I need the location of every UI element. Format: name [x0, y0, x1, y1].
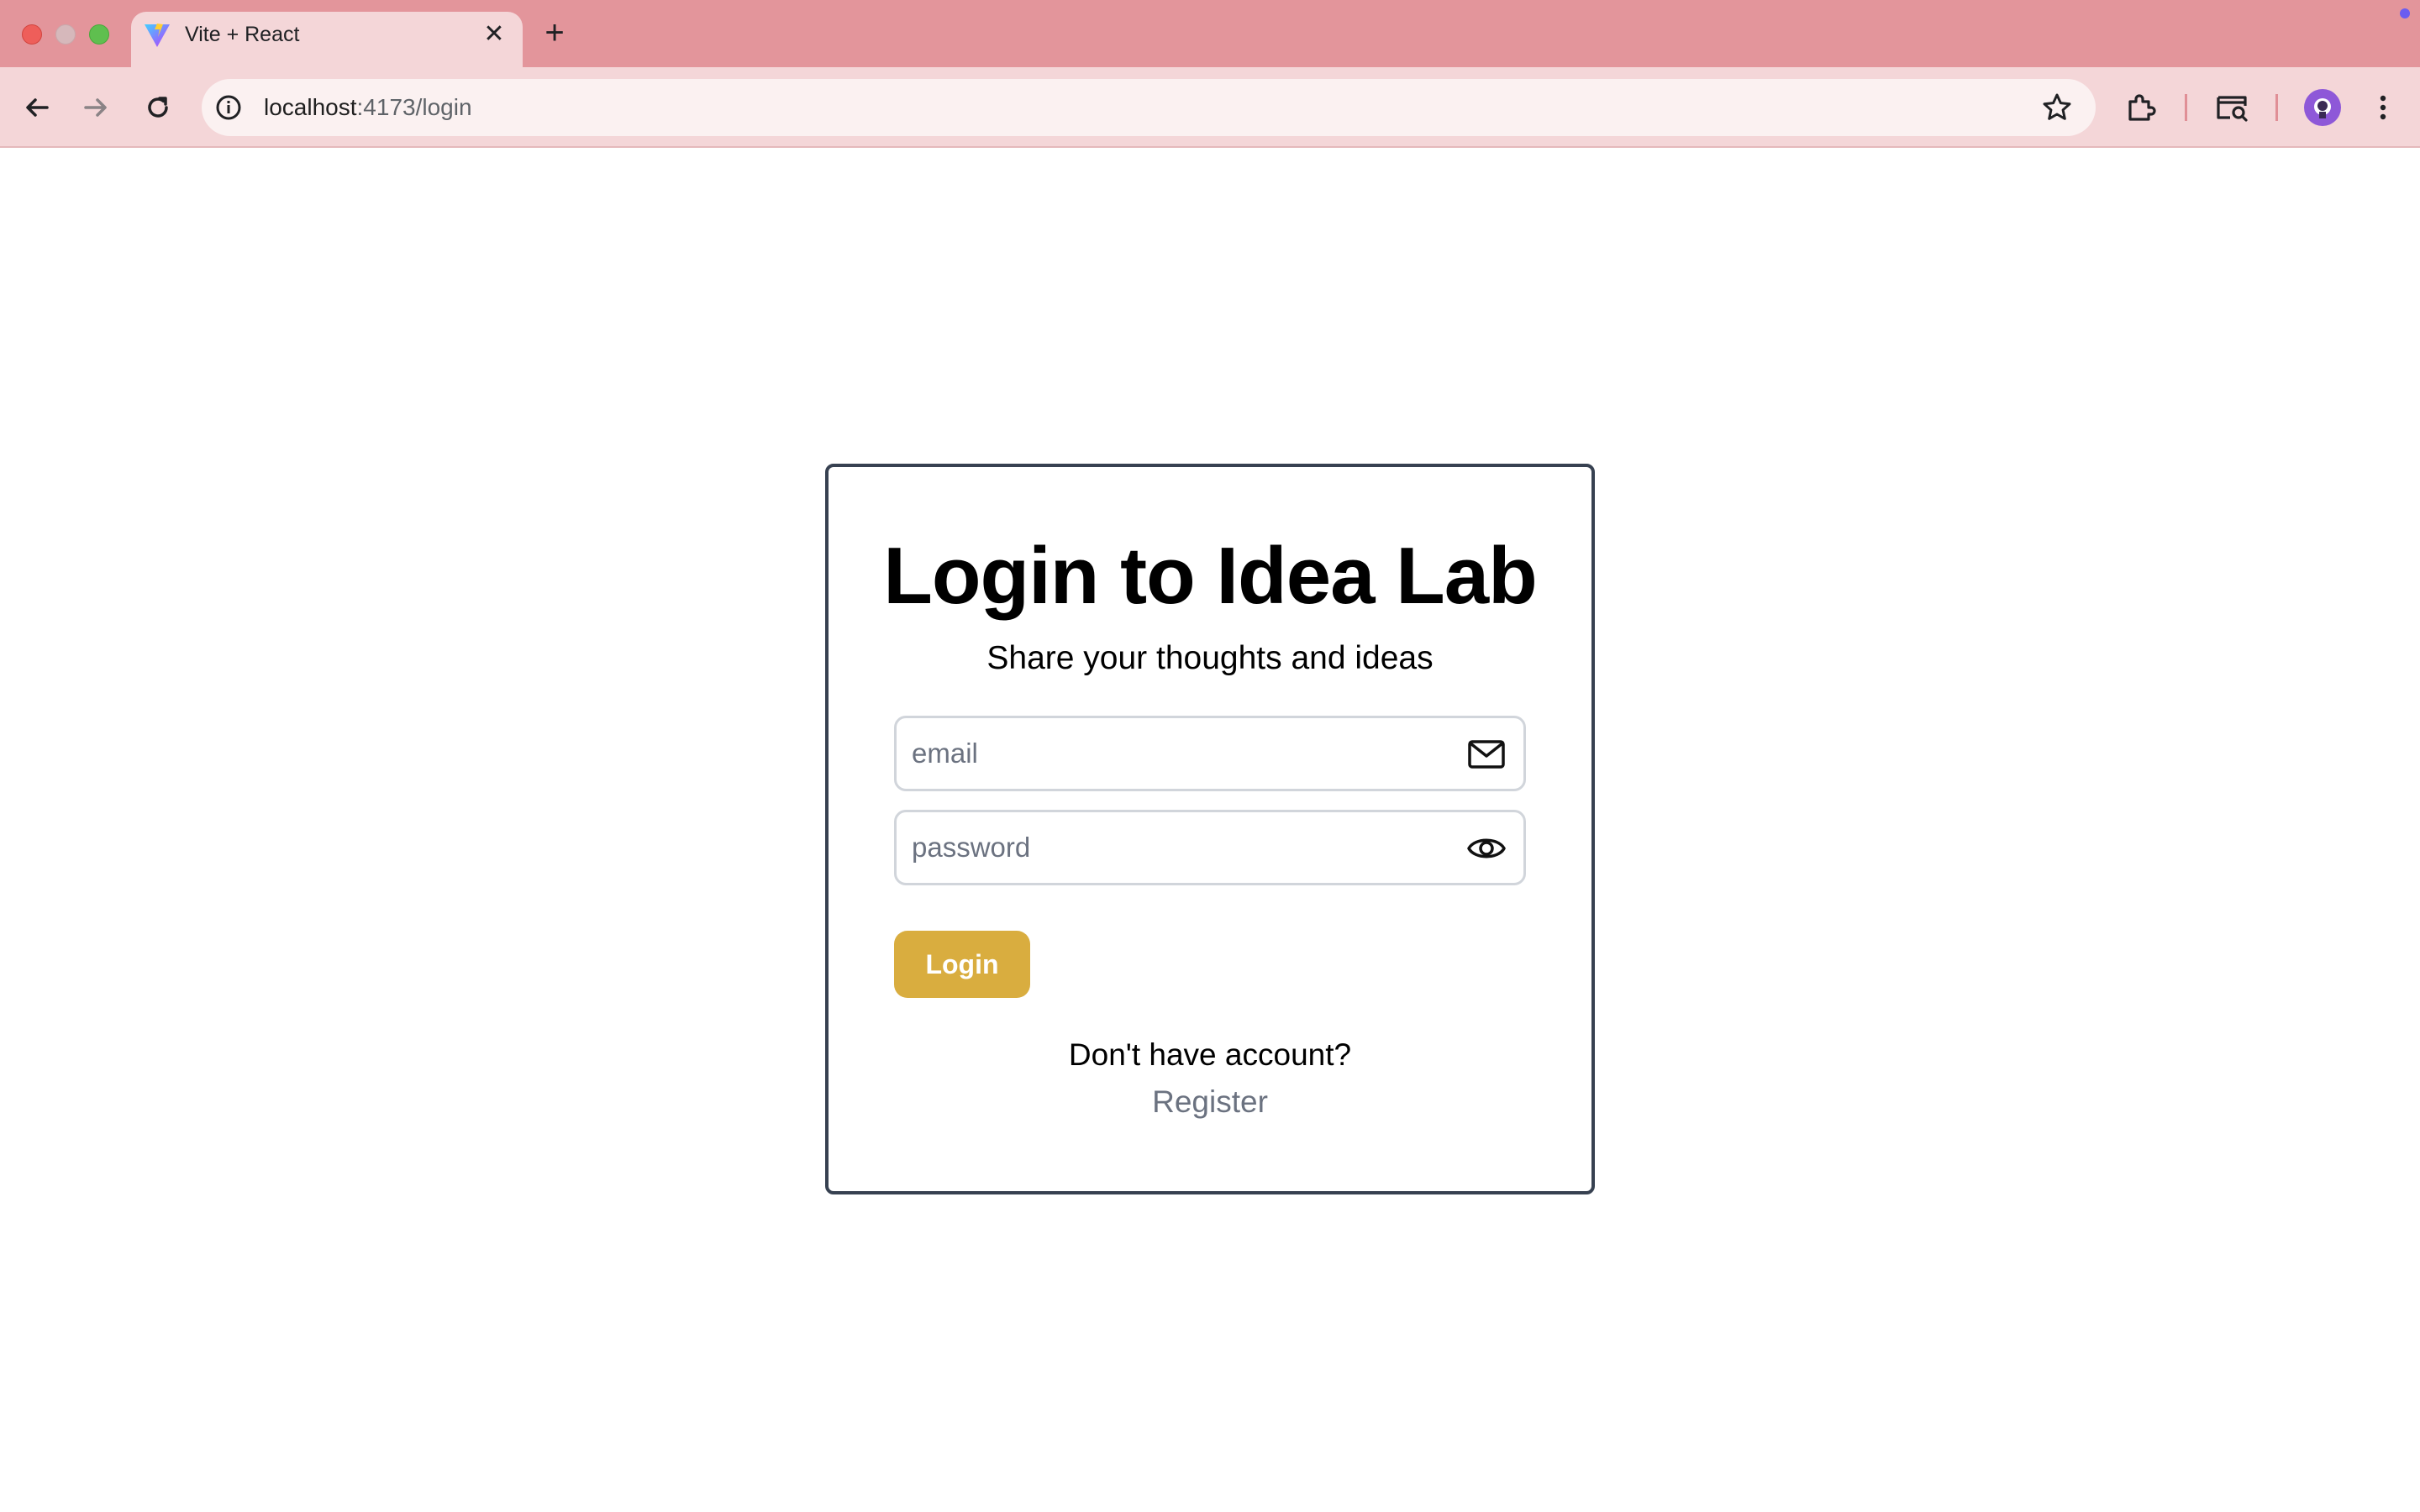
- window-minimize-button[interactable]: [55, 24, 76, 45]
- page-title: Login to Idea Lab: [883, 531, 1538, 621]
- bookmark-star-icon[interactable]: [2040, 91, 2074, 124]
- address-url[interactable]: localhost:4173/login: [264, 92, 472, 123]
- mail-icon: [1468, 740, 1505, 769]
- login-button[interactable]: Login: [894, 931, 1030, 998]
- window-close-button[interactable]: [22, 24, 42, 45]
- new-tab-button[interactable]: +: [538, 16, 571, 50]
- password-field[interactable]: [894, 810, 1526, 885]
- window-zoom-button[interactable]: [89, 24, 109, 45]
- url-path: :4173/login: [356, 94, 472, 120]
- tab-title: Vite + React: [185, 23, 300, 46]
- more-menu-icon[interactable]: [2365, 89, 2402, 126]
- eye-icon[interactable]: [1466, 829, 1507, 868]
- email-input[interactable]: [910, 727, 1431, 780]
- tab-search-icon[interactable]: [2213, 89, 2250, 126]
- tab-close-icon[interactable]: ✕: [481, 20, 508, 49]
- profile-avatar[interactable]: [2304, 89, 2341, 126]
- forward-icon[interactable]: [77, 89, 114, 126]
- back-icon[interactable]: [18, 89, 55, 126]
- register-link[interactable]: Register: [1126, 1080, 1294, 1124]
- url-host: localhost: [264, 94, 357, 120]
- vite-logo-icon: [145, 24, 170, 47]
- toolbar-separator: [2275, 94, 2278, 121]
- password-input[interactable]: [910, 821, 1431, 874]
- reload-icon[interactable]: [139, 89, 176, 126]
- page-subtitle: Share your thoughts and ideas: [986, 640, 1434, 676]
- extensions-icon[interactable]: [2123, 89, 2160, 126]
- toolbar-separator: [2185, 94, 2187, 121]
- no-account-text: Don't have account?: [1068, 1037, 1352, 1072]
- email-field[interactable]: [894, 716, 1526, 791]
- site-info-icon[interactable]: [213, 92, 244, 123]
- address-bar[interactable]: [202, 79, 2096, 136]
- notification-dot: [2400, 8, 2410, 18]
- profile-avatar-icon: [2314, 98, 2331, 118]
